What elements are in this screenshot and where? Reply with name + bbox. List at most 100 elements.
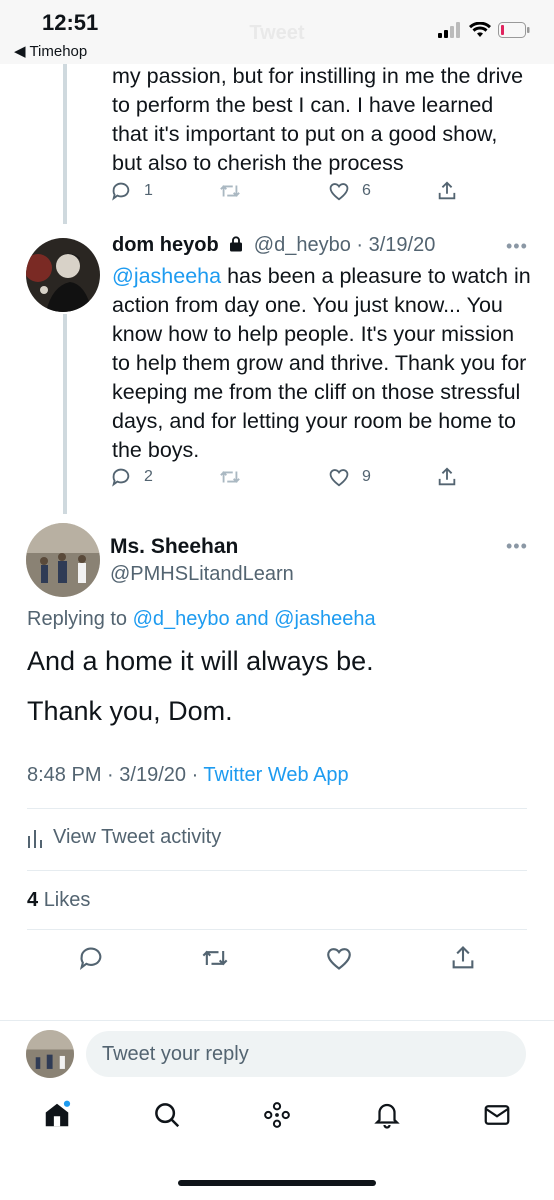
text-line: days, and for letting your room be home …: [112, 409, 516, 433]
avatar: [26, 1030, 74, 1078]
avatar[interactable]: [26, 523, 100, 597]
reply-button[interactable]: 1: [110, 180, 153, 202]
mention-link[interactable]: @d_heybo: [133, 608, 230, 630]
like-count: 9: [362, 468, 371, 485]
activity-icon: [28, 829, 42, 848]
spaces-icon: [264, 1102, 290, 1128]
likes-label: Likes: [43, 889, 91, 911]
avatar[interactable]: [26, 238, 100, 312]
wifi-icon: [469, 22, 491, 37]
share-icon: [438, 181, 456, 200]
text-line: @jasheeha has been a pleasure to watch i…: [112, 262, 531, 291]
status-icons: [438, 22, 530, 38]
more-icon[interactable]: •••: [506, 536, 528, 557]
reply-button[interactable]: 2: [110, 466, 153, 488]
tweet-text: Thank you, Dom.: [27, 696, 233, 726]
main-tweet-actions: [0, 944, 554, 976]
tweet-author: dom heyob @d_heybo · 3/19/20: [112, 234, 435, 257]
reply-count: 2: [144, 468, 153, 485]
like-button[interactable]: [325, 944, 353, 977]
mention-link[interactable]: @jasheeha: [274, 608, 375, 630]
text-line: know how to help people. It's your missi…: [112, 322, 515, 346]
share-icon: [438, 467, 456, 486]
tweet-actions: 1 6: [0, 180, 554, 204]
like-icon: [329, 183, 349, 201]
tab-bar: [0, 1100, 554, 1150]
like-button[interactable]: 9: [328, 466, 371, 488]
like-count: 6: [362, 182, 371, 199]
text-line: but also to cherish the process: [112, 151, 404, 175]
text-line: action from day one. You just know... Yo…: [112, 293, 503, 317]
reply-icon: [79, 947, 102, 970]
divider: [0, 1020, 554, 1021]
lock-icon: [230, 236, 243, 252]
tab-notifications[interactable]: [372, 1100, 402, 1135]
tweet-date[interactable]: 3/19/20: [119, 764, 186, 786]
activity-label: View Tweet activity: [53, 826, 222, 848]
retweet-icon: [220, 185, 240, 197]
text-line: my passion, but for instilling in me the…: [112, 64, 524, 88]
reply-input[interactable]: Tweet your reply: [86, 1031, 526, 1077]
battery-icon: [498, 22, 530, 38]
home-icon: [45, 1100, 71, 1127]
share-icon: [452, 946, 474, 969]
home-indicator: [178, 1180, 376, 1186]
likes-count[interactable]: 4 Likes: [27, 889, 90, 912]
author-name[interactable]: Ms. Sheehan: [110, 535, 238, 559]
search-icon: [155, 1103, 180, 1128]
replying-to: Replying to @d_heybo and @jasheeha: [27, 608, 376, 631]
client-link[interactable]: Twitter Web App: [203, 764, 348, 786]
status-bar: 12:51 ◀ Timehop Tweet: [0, 0, 554, 64]
notifications-icon: [374, 1103, 400, 1129]
like-button[interactable]: 6: [328, 180, 371, 202]
view-tweet-activity-button[interactable]: View Tweet activity: [27, 826, 221, 849]
text-line: that it's important to put on a good sho…: [112, 122, 498, 146]
signal-icon: [438, 22, 460, 38]
more-icon[interactable]: •••: [506, 236, 528, 257]
author-handle[interactable]: @PMHSLitandLearn: [110, 563, 294, 586]
replying-and[interactable]: and: [235, 608, 268, 630]
divider: [27, 870, 527, 871]
reply-icon: [112, 182, 130, 201]
tweet-text: @jasheeha has been a pleasure to watch i…: [112, 262, 531, 465]
text-fragment: has been a pleasure to watch in: [227, 264, 531, 288]
tweet-actions: 2 9: [0, 466, 554, 490]
text-line: to help them grow and thrive. Thank you …: [112, 351, 527, 375]
retweet-icon: [220, 471, 240, 483]
tweet-time[interactable]: 8:48 PM: [27, 764, 101, 786]
tab-messages[interactable]: [482, 1100, 512, 1135]
reply-icon: [112, 468, 130, 487]
reply-button[interactable]: [77, 944, 105, 977]
tweet-timestamp: 8:48 PM · 3/19/20 · Twitter Web App: [27, 764, 349, 787]
like-icon: [329, 469, 349, 487]
tweet-text: And a home it will always be.: [27, 646, 374, 676]
share-button[interactable]: [436, 180, 458, 202]
author-name[interactable]: dom heyob: [112, 234, 219, 256]
retweet-button[interactable]: [200, 944, 230, 977]
reply-count: 1: [144, 182, 153, 199]
text-line: the boys.: [112, 438, 200, 462]
separator: ·: [191, 764, 204, 786]
text-line: keeping me from the cliff on those stres…: [112, 380, 521, 404]
retweet-button[interactable]: [218, 180, 242, 202]
tweet-text: my passion, but for instilling in me the…: [112, 62, 523, 178]
likes-number: 4: [27, 889, 39, 911]
mention-link[interactable]: @jasheeha: [112, 264, 221, 288]
retweet-button[interactable]: [218, 466, 242, 488]
tab-spaces[interactable]: [262, 1100, 292, 1135]
separator: ·: [356, 234, 369, 256]
tweet-date[interactable]: 3/19/20: [369, 234, 436, 256]
back-app-label: Timehop: [29, 43, 88, 60]
share-button[interactable]: [449, 944, 477, 977]
separator: ·: [107, 764, 120, 786]
share-button[interactable]: [436, 466, 458, 488]
replying-prefix: Replying to: [27, 608, 128, 630]
text-line: to perform the best I can. I have learne…: [112, 93, 494, 117]
like-icon: [327, 948, 351, 970]
divider: [27, 929, 527, 930]
divider: [27, 808, 527, 809]
author-handle[interactable]: @d_heybo: [254, 234, 351, 256]
tab-home[interactable]: [42, 1100, 72, 1135]
retweet-icon: [202, 950, 228, 966]
tab-search[interactable]: [152, 1100, 182, 1135]
